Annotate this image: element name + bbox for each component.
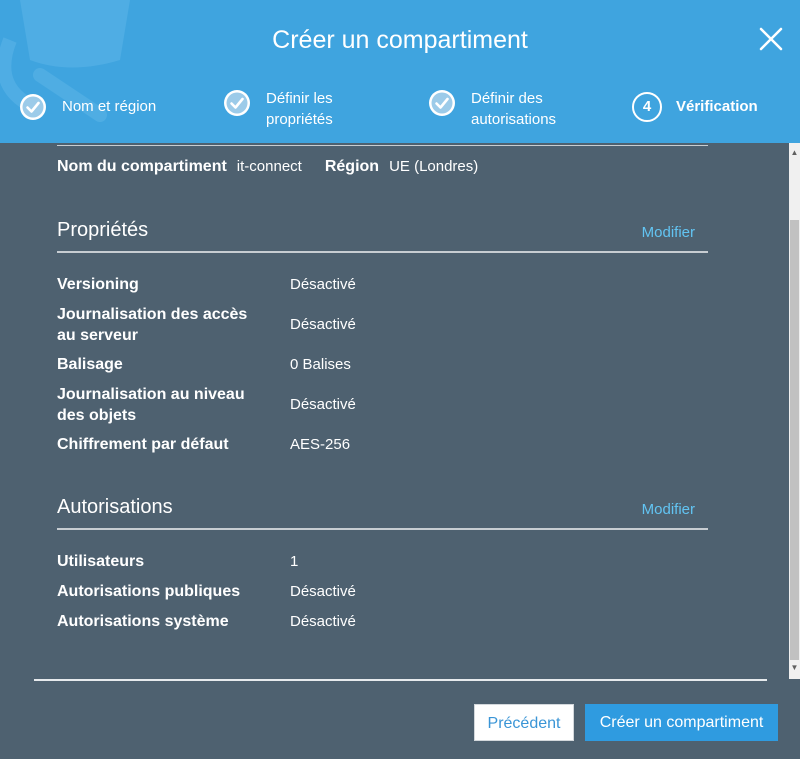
property-value: Désactivé bbox=[290, 316, 356, 333]
bucket-summary: Nom du compartiment it-connect Région UE… bbox=[57, 158, 478, 176]
dialog-title: Créer un compartiment bbox=[272, 26, 528, 54]
divider bbox=[57, 251, 708, 253]
properties-modify-link[interactable]: Modifier bbox=[642, 224, 695, 241]
scrollbar-thumb[interactable] bbox=[790, 220, 799, 660]
property-value: 0 Balises bbox=[290, 356, 351, 373]
divider bbox=[57, 528, 708, 530]
permission-key: Autorisations publiques bbox=[57, 583, 241, 600]
scroll-down-arrow-icon[interactable]: ▼ bbox=[789, 661, 800, 675]
create-bucket-button[interactable]: Créer un compartiment bbox=[585, 704, 778, 741]
region-label: Région bbox=[324, 158, 380, 175]
check-circle-icon bbox=[224, 90, 250, 116]
divider bbox=[57, 145, 708, 146]
property-value: AES-256 bbox=[290, 436, 351, 453]
bucket-name-value: it-connect bbox=[236, 158, 302, 175]
property-key: Versioning bbox=[57, 276, 139, 293]
check-circle-icon bbox=[429, 90, 455, 116]
wizard-step-permissions[interactable]: Définir des autorisations bbox=[427, 88, 556, 130]
permissions-section-title: Autorisations bbox=[57, 496, 173, 518]
property-key: Journalisation des accès au serveur bbox=[57, 306, 248, 344]
property-value: Désactivé bbox=[290, 276, 356, 293]
wizard-step-properties[interactable]: Définir les propriétés bbox=[222, 88, 333, 130]
step-label: Définir les propriétés bbox=[266, 90, 333, 128]
dialog-header: Créer un compartiment Nom et région Défi… bbox=[0, 0, 800, 143]
property-key: Journalisation au niveau des objets bbox=[57, 386, 245, 424]
check-circle-icon bbox=[20, 94, 46, 120]
wizard-step-review[interactable]: 4 Vérification bbox=[632, 92, 758, 122]
property-key: Balisage bbox=[57, 356, 123, 373]
permission-value: Désactivé bbox=[290, 613, 356, 630]
permission-value: 1 bbox=[290, 553, 299, 570]
property-value: Désactivé bbox=[290, 396, 356, 413]
step-label: Définir des autorisations bbox=[471, 90, 557, 128]
property-key: Chiffrement par défaut bbox=[57, 436, 229, 453]
divider bbox=[34, 679, 767, 681]
scroll-up-arrow-icon[interactable]: ▲ bbox=[789, 146, 800, 160]
step-number: 4 bbox=[632, 92, 662, 122]
permission-key: Utilisateurs bbox=[57, 553, 145, 570]
previous-button[interactable]: Précédent bbox=[474, 704, 574, 741]
close-icon[interactable] bbox=[756, 24, 786, 54]
permission-key: Autorisations système bbox=[57, 613, 229, 630]
permission-value: Désactivé bbox=[290, 583, 356, 600]
wizard-step-name-region[interactable]: Nom et région bbox=[18, 92, 156, 122]
step-label: Nom et région bbox=[62, 98, 157, 115]
region-value: UE (Londres) bbox=[389, 158, 479, 175]
bucket-name-label: Nom du compartiment bbox=[57, 158, 227, 175]
properties-section-title: Propriétés bbox=[57, 219, 149, 241]
permissions-modify-link[interactable]: Modifier bbox=[642, 501, 695, 518]
step-label: Vérification bbox=[676, 98, 758, 115]
